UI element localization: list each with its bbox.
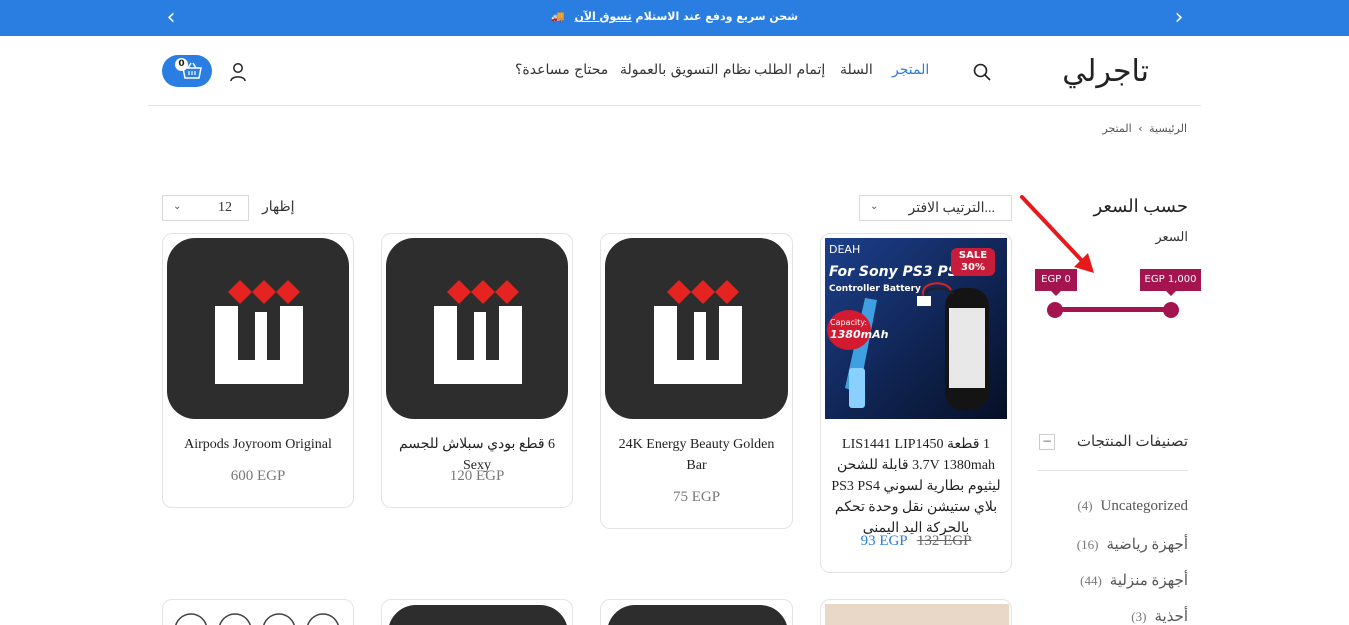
announcement-text: 🚚 شحن سريع ودفع عند الاستلام تسوق الآن xyxy=(0,10,1349,23)
price-filter-label: السعر xyxy=(1155,229,1188,244)
category-item-home-appliances[interactable]: (44) أجهزة منزلية xyxy=(1080,571,1188,590)
old-price: 132 EGP xyxy=(916,533,972,549)
product-card[interactable]: 24K Energy Beauty Golden Bar 75 EGP xyxy=(600,233,793,529)
sale-price: 93 EGP xyxy=(860,533,908,549)
product-card[interactable] xyxy=(381,599,573,625)
photo-subtitle: Controller Battery xyxy=(829,284,921,294)
chevron-down-icon: ⌄ xyxy=(173,201,182,212)
announcement-bar: ‹ 🚚 شحن سريع ودفع عند الاستلام تسوق الآن… xyxy=(0,0,1349,36)
store-logo-icon xyxy=(434,280,522,384)
basket-icon xyxy=(182,62,202,79)
category-item-sports[interactable]: (16) أجهزة رياضية xyxy=(1077,535,1188,554)
category-count: (16) xyxy=(1076,537,1099,552)
product-card[interactable] xyxy=(162,599,354,625)
product-price: 600 EGP xyxy=(230,468,286,484)
category-item-uncategorized[interactable]: (4) Uncategorized xyxy=(1077,498,1188,515)
store-logo-icon xyxy=(215,280,303,384)
annotation-arrow-icon xyxy=(1020,195,1094,273)
product-card[interactable]: DEAH For Sony PS3 PS4 Controller Battery… xyxy=(820,233,1012,573)
product-image xyxy=(167,238,349,419)
category-name: أجهزة رياضية xyxy=(1106,537,1188,553)
category-count: (4) xyxy=(1077,498,1093,513)
price-slider-max-handle[interactable] xyxy=(1163,302,1179,318)
breadcrumb-current: المتجر xyxy=(1102,122,1132,135)
show-label: إظهار xyxy=(262,200,295,215)
product-title[interactable]: Airpods Joyroom Original xyxy=(171,434,345,455)
product-title[interactable]: 1 قطعة LIS1441 LIP1450 3.7V 1380mah قابل… xyxy=(829,434,1003,539)
photo-capacity-label: Capacity: xyxy=(830,318,868,327)
nav-help[interactable]: محتاج مساعدة؟ xyxy=(515,62,608,78)
breadcrumb-separator: › xyxy=(1138,122,1143,135)
cart-button[interactable]: 0 xyxy=(162,55,212,87)
chevron-down-icon: ⌄ xyxy=(870,201,879,212)
nav-shop[interactable]: المتجر xyxy=(892,62,929,78)
photo-headline: For Sony PS3 PS4 xyxy=(829,264,968,280)
per-page-value: 12 xyxy=(218,200,232,215)
user-account-icon[interactable] xyxy=(229,62,247,82)
nav-cart[interactable]: السلة xyxy=(840,62,873,78)
breadcrumb-home[interactable]: الرئيسية xyxy=(1149,122,1187,135)
category-name: أحذية xyxy=(1154,609,1188,625)
product-image xyxy=(175,613,339,625)
search-icon[interactable] xyxy=(972,62,992,82)
collapse-toggle[interactable]: − xyxy=(1039,434,1055,450)
product-price: 120 EGP xyxy=(449,468,505,484)
product-card[interactable]: Airpods Joyroom Original 600 EGP xyxy=(162,233,354,508)
chevron-right-icon[interactable]: › xyxy=(1169,7,1189,29)
product-image xyxy=(388,605,568,625)
product-card[interactable] xyxy=(820,599,1012,625)
category-count: (44) xyxy=(1080,573,1102,588)
product-image: DEAH For Sony PS3 PS4 Controller Battery… xyxy=(825,238,1007,419)
photo-capacity: 1380mAh xyxy=(830,328,889,341)
header-divider xyxy=(148,105,1201,106)
product-image xyxy=(607,605,788,625)
price-slider-track[interactable] xyxy=(1055,307,1171,312)
product-title[interactable]: 24K Energy Beauty Golden Bar xyxy=(609,434,784,476)
product-price: 75 EGP xyxy=(672,489,721,505)
store-logo-icon xyxy=(654,280,742,384)
category-name: أجهزة منزلية xyxy=(1109,573,1188,589)
category-name: Uncategorized xyxy=(1100,498,1188,514)
product-card[interactable]: 6 قطع بودي سبلاش للجسم Sexy 120 EGP xyxy=(381,233,573,508)
product-image xyxy=(825,604,1009,625)
site-logo[interactable]: تاجرلي xyxy=(1062,54,1149,89)
shop-now-link[interactable]: تسوق الآن xyxy=(574,10,631,23)
categories-divider xyxy=(1038,470,1188,471)
price-max-tooltip: EGP 1,000 xyxy=(1140,269,1201,296)
nav-checkout[interactable]: إتمام الطلب xyxy=(754,62,825,78)
sort-select[interactable]: الترتيب الافتر... ⌄ xyxy=(859,195,1012,221)
category-count: (3) xyxy=(1131,609,1147,624)
product-price: 93 EGP 132 EGP xyxy=(821,533,1011,550)
sale-badge: SALE 30% xyxy=(951,248,995,276)
sort-select-value: الترتيب الافتر... xyxy=(908,201,996,216)
breadcrumb: الرئيسية › المتجر xyxy=(1102,122,1187,135)
photo-brand: DEAH xyxy=(829,243,861,256)
price-filter-title: حسب السعر xyxy=(1093,196,1188,216)
category-item-shoes[interactable]: (3) أحذية xyxy=(1131,607,1188,625)
per-page-select[interactable]: 12 ⌄ xyxy=(162,195,249,221)
product-card[interactable] xyxy=(600,599,793,625)
categories-title: تصنيفات المنتجات xyxy=(1076,434,1188,450)
price-slider-min-handle[interactable] xyxy=(1047,302,1063,318)
product-image xyxy=(386,238,568,419)
nav-affiliate[interactable]: نظام التسويق بالعمولة xyxy=(620,62,751,78)
product-image xyxy=(605,238,788,419)
